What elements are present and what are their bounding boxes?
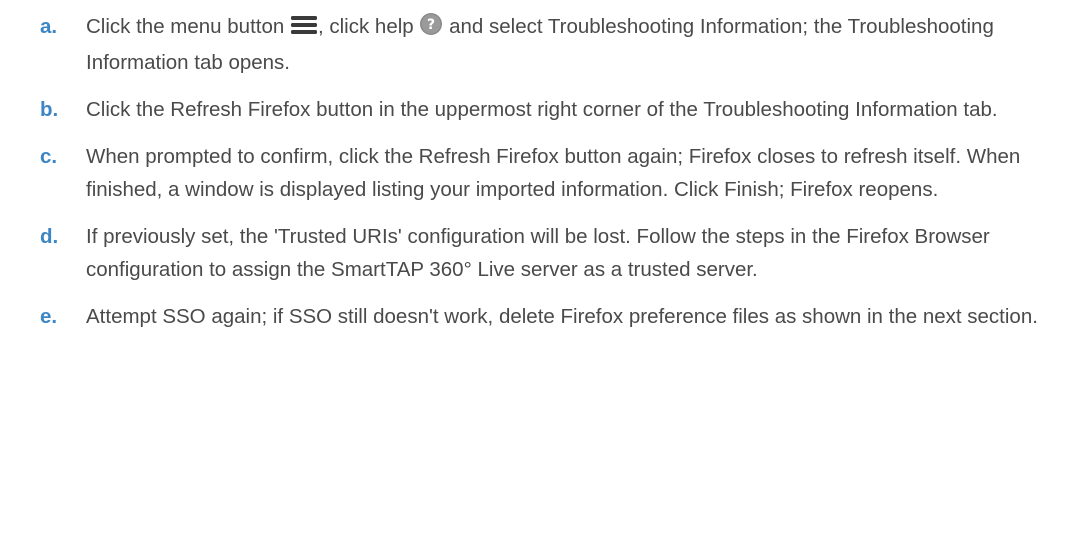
step-text: When prompted to confirm, click the Refr… <box>86 145 1021 201</box>
hamburger-menu-icon <box>290 13 318 46</box>
step-letter: a. <box>40 15 58 38</box>
step-text-part-2: , click help <box>317 15 414 38</box>
step-text-part-1: Click the menu button <box>86 15 285 38</box>
step-letter: c. <box>40 145 58 168</box>
step-d: d. If previously set, the 'Trusted URIs'… <box>40 220 1070 286</box>
step-letter: d. <box>40 225 59 248</box>
instruction-steps: a. Click the menu button , click help ? … <box>40 10 1070 347</box>
step-text: If previously set, the 'Trusted URIs' co… <box>86 225 990 281</box>
svg-text:?: ? <box>427 17 435 33</box>
step-text: Attempt SSO again; if SSO still doesn't … <box>86 305 1038 328</box>
step-c: c. When prompted to confirm, click the R… <box>40 140 1070 206</box>
step-text: Click the Refresh Firefox button in the … <box>86 98 998 121</box>
step-b: b. Click the Refresh Firefox button in t… <box>40 93 1070 126</box>
step-letter: e. <box>40 305 58 328</box>
step-e: e. Attempt SSO again; if SSO still doesn… <box>40 300 1070 333</box>
step-a: a. Click the menu button , click help ? … <box>40 10 1070 79</box>
help-question-icon: ? <box>419 12 443 46</box>
step-letter: b. <box>40 98 59 121</box>
